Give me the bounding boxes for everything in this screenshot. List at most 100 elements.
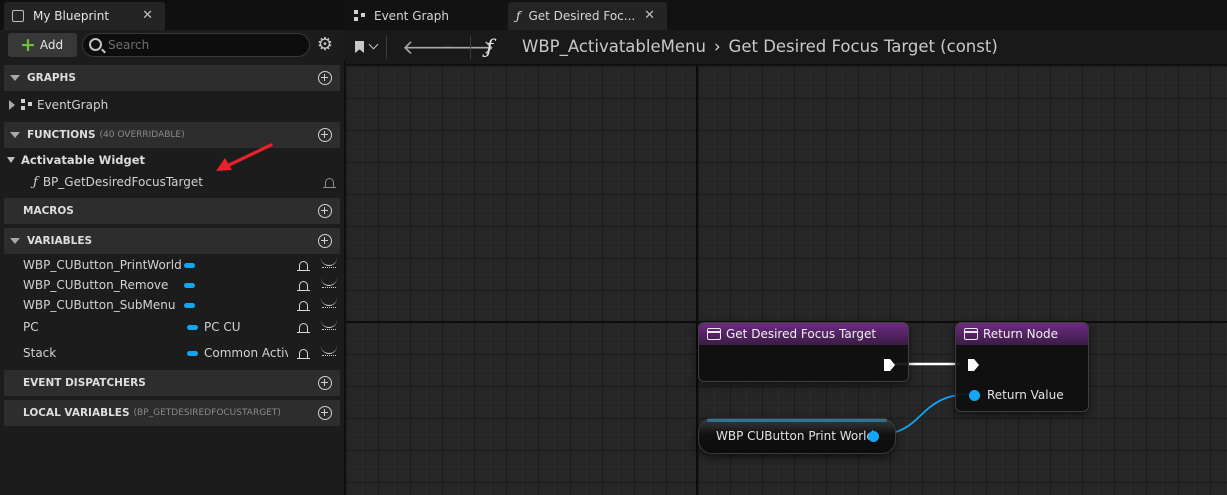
tab-label: Event Graph (374, 9, 449, 23)
bell-icon[interactable] (297, 349, 310, 360)
tab-get-desired-focus-target[interactable]: ƒ Get Desired Foc... ✕ (508, 2, 667, 30)
section-subtitle: (BP_GETDESIREDFOCUSTARGET) (133, 408, 281, 418)
category-label: Activatable Widget (21, 153, 146, 167)
section-local-variables[interactable]: LOCAL VARIABLES (BP_GETDESIREDFOCUSTARGE… (4, 400, 340, 426)
node-title: Return Node (983, 327, 1058, 341)
node-title: Get Desired Focus Target (726, 327, 877, 341)
variable-name: WBP_CUButton_PrintWorld (23, 258, 182, 272)
bell-icon[interactable] (297, 323, 310, 334)
search-icon (89, 38, 102, 51)
closed-eye-icon[interactable] (321, 278, 337, 288)
variable-item[interactable]: Stack Common Activ (4, 343, 340, 363)
book-icon (12, 10, 24, 22)
node-header: Get Desired Focus Target (699, 323, 908, 345)
exec-in-pin[interactable] (968, 359, 979, 371)
graph-tab-bar: Event Graph ƒ Get Desired Foc... ✕ (346, 0, 1227, 30)
graph-item-eventgraph[interactable]: EventGraph (4, 95, 340, 115)
tab-label: Get Desired Foc... (528, 9, 636, 23)
section-title: LOCAL VARIABLES (23, 407, 130, 419)
tab-label: My Blueprint (33, 9, 110, 23)
variable-name: WBP_CUButton_Remove (23, 278, 169, 292)
section-event-dispatchers[interactable]: EVENT DISPATCHERS (4, 370, 340, 396)
section-title: MACROS (23, 205, 74, 217)
variable-name: WBP_CUButton_SubMenu (23, 298, 176, 312)
object-type-pill-icon (184, 283, 195, 288)
section-title: VARIABLES (27, 235, 93, 247)
closed-eye-icon[interactable] (321, 346, 337, 356)
my-blueprint-tab[interactable]: My Blueprint ✕ (4, 2, 165, 30)
bell-icon[interactable] (297, 261, 310, 272)
chevron-right-icon: › (713, 37, 721, 56)
divider (386, 36, 387, 59)
section-title: GRAPHS (27, 72, 76, 84)
add-local-variable-icon[interactable] (318, 406, 332, 420)
expand-arrow-icon (9, 100, 15, 110)
function-node-icon (707, 328, 721, 340)
bell-icon[interactable] (297, 301, 310, 312)
function-node-icon (964, 328, 978, 340)
search-input[interactable] (108, 37, 298, 53)
event-graph-icon (21, 99, 33, 111)
event-graph-icon (354, 10, 366, 22)
collapse-caret-icon (7, 157, 15, 163)
function-icon: ƒ (516, 9, 521, 23)
variable-out-pin[interactable] (868, 431, 879, 442)
gear-icon[interactable]: ⚙ (315, 35, 335, 55)
variable-type: PC CU (204, 320, 241, 334)
node-highlight (707, 419, 887, 422)
add-button[interactable]: + Add (8, 33, 77, 57)
closed-eye-icon[interactable] (321, 320, 337, 330)
bell-icon (323, 178, 336, 189)
section-variables[interactable]: VARIABLES (4, 228, 340, 254)
variable-get-node[interactable]: WBP CUButton Print World (698, 418, 896, 454)
exec-out-pin[interactable] (884, 359, 895, 371)
chevron-down-icon[interactable] (368, 39, 379, 50)
object-type-pill-icon (187, 351, 198, 356)
function-entry-node[interactable]: Get Desired Focus Target (698, 322, 909, 382)
variable-type: Common Activ (204, 346, 288, 360)
graph-canvas[interactable]: Get Desired Focus Target Return Node Ret… (346, 66, 1227, 495)
panel-toolbar: + Add ⚙ (0, 30, 345, 60)
divider (470, 36, 471, 59)
variable-node-label: WBP CUButton Print World (716, 429, 875, 443)
node-header: Return Node (956, 323, 1088, 345)
add-event-dispatcher-icon[interactable] (318, 376, 332, 390)
add-graph-icon[interactable] (318, 71, 332, 85)
add-macro-icon[interactable] (318, 204, 332, 218)
section-macros[interactable]: MACROS (4, 198, 340, 224)
section-graphs[interactable]: GRAPHS (4, 65, 340, 91)
object-type-pill-icon (184, 263, 195, 268)
variable-item[interactable]: PC PC CU (4, 317, 340, 337)
function-item-bp-getdesiredfocustarget[interactable]: ƒ BP_GetDesiredFocusTarget (4, 172, 340, 192)
bell-icon[interactable] (297, 281, 310, 292)
search-box[interactable] (82, 33, 310, 57)
variable-item[interactable]: WBP_CUButton_PrintWorld (4, 255, 340, 275)
closed-eye-icon[interactable] (321, 298, 337, 308)
variable-item[interactable]: WBP_CUButton_SubMenu (4, 295, 340, 315)
panel-tab-bar: My Blueprint ✕ (0, 0, 345, 30)
add-function-icon[interactable] (318, 128, 332, 142)
pin-label: Return Value (987, 388, 1064, 402)
tab-event-graph[interactable]: Event Graph (352, 2, 502, 30)
variable-item[interactable]: WBP_CUButton_Remove (4, 275, 340, 295)
variable-name: Stack (23, 346, 57, 360)
graph-item-label: EventGraph (37, 98, 109, 112)
close-icon[interactable]: ✕ (644, 8, 655, 23)
add-button-label: Add (39, 38, 64, 52)
close-icon[interactable]: ✕ (142, 8, 153, 23)
function-category-activatable-widget[interactable]: Activatable Widget (4, 150, 340, 170)
add-variable-icon[interactable] (318, 234, 332, 248)
breadcrumb-blueprint[interactable]: WBP_ActivatableMenu (522, 37, 706, 56)
variable-name: PC (23, 320, 39, 334)
collapse-caret-icon (10, 132, 20, 138)
plus-icon: + (20, 33, 36, 56)
section-subtitle: (40 OVERRIDABLE) (99, 130, 185, 140)
object-type-pill-icon (187, 325, 198, 330)
collapse-caret-icon (10, 238, 20, 244)
object-type-pill-icon (184, 303, 195, 308)
return-value-pin[interactable] (969, 390, 980, 401)
return-node[interactable]: Return Node Return Value (955, 322, 1089, 412)
bookmark-icon[interactable] (355, 41, 364, 53)
section-functions[interactable]: FUNCTIONS (40 OVERRIDABLE) (4, 122, 340, 148)
closed-eye-icon[interactable] (321, 258, 337, 268)
